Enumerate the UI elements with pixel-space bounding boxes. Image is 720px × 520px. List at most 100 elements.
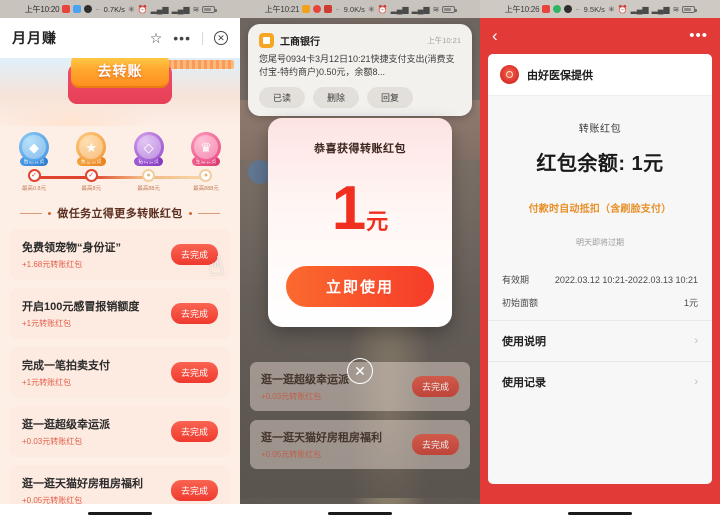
- task-name: 逛一逛超级幸运派: [261, 374, 349, 386]
- banner-button-base: 去转账: [68, 58, 172, 104]
- badge-item[interactable]: ◆ 普通会员: [8, 132, 60, 166]
- badge-item[interactable]: ★ 黄金会员: [65, 132, 117, 166]
- app-icon-blue: [73, 5, 82, 13]
- badge-item[interactable]: ◇ 钻石会员: [123, 132, 175, 166]
- signal-icon-2: ▂▄▆: [651, 4, 670, 14]
- member-badges: ◆ 普通会员 ★ 黄金会员 ◇ 钻石会员 ♛ 至尊会员: [0, 126, 240, 166]
- app-icon-dark: [564, 5, 573, 13]
- chevron-right-icon: ›: [694, 376, 698, 388]
- redpacket-expiry-warning: 明天即将过期: [576, 238, 624, 247]
- app-icon-orange: [302, 5, 311, 13]
- reward-progress-rail: ✓ 最高0.8元 ✓ 最高8元 ● 最高88元 ● 最高888元: [8, 169, 232, 195]
- panel-monthly-earn: 上午10:20 ·· 0.7K/s ✳ ⏰ ▂▄▆ ▂▄▆ ≋ 月月赚 ☆ ••…: [0, 0, 240, 520]
- task-info: 逛一逛天猫好房租房福利 +0.05元转账红包: [261, 429, 412, 460]
- network-speed: 9.0K/s: [343, 4, 365, 14]
- usage-history-row[interactable]: 使用记录 ›: [488, 361, 712, 402]
- redpacket-balance: 红包余额: 1元: [536, 153, 664, 175]
- status-bar-1: 上午10:20 ·· 0.7K/s ✳ ⏰ ▂▄▆ ▂▄▆ ≋: [0, 0, 240, 18]
- notification-time: 上午10:21: [427, 36, 461, 45]
- task-action-button[interactable]: 去完成: [170, 303, 218, 324]
- badge-coin-icon: ◇: [133, 132, 164, 162]
- task-action-button[interactable]: 去完成: [170, 362, 218, 383]
- task-name: 逛一逛超级幸运派: [22, 419, 110, 431]
- status-overflow-dots: ··: [95, 4, 99, 14]
- status-overflow-dots: ··: [575, 4, 579, 14]
- status-time: 上午10:26: [504, 4, 540, 14]
- gesture-bar-1[interactable]: [88, 512, 152, 515]
- task-row[interactable]: 开启100元感冒报销额度 +1元转账红包 去完成: [10, 288, 230, 339]
- task-row[interactable]: 完成一笔拍卖支付 +1元转账红包 去完成: [10, 347, 230, 398]
- redpacket-amount: 1元: [286, 178, 434, 240]
- badge-item[interactable]: ♛ 至尊会员: [180, 132, 232, 166]
- battery-icon: [202, 5, 217, 13]
- rail-node[interactable]: ✓ 最高8元: [79, 169, 103, 192]
- task-list: 做任务立得更多转账红包 免费领宠物“身份证” +1.68元转账红包 去完成 ☝ …: [0, 195, 240, 516]
- close-icon[interactable]: ✕: [214, 31, 228, 45]
- task-action-button[interactable]: 去完成: [411, 376, 459, 397]
- signal-icon-1: ▂▄▆: [390, 4, 409, 14]
- notification-body: 您尾号0934卡3月12日10:21快捷支付支出(消费支付宝-特约商户)0.50…: [259, 54, 455, 78]
- task-reward: +1元转账红包: [22, 319, 72, 328]
- insurance-icon: [500, 65, 519, 84]
- info-key: 有效期: [502, 275, 530, 285]
- star-icon[interactable]: ☆: [150, 31, 163, 45]
- badge-coin-icon: ♛: [190, 132, 221, 162]
- delete-button[interactable]: 删除: [313, 87, 360, 109]
- signal-icon-2: ▂▄▆: [171, 4, 190, 14]
- usage-instructions-row[interactable]: 使用说明 ›: [488, 320, 712, 361]
- notification-header: 工商银行 上午10:21: [259, 33, 461, 48]
- task-reward: +0.03元转账红包: [22, 437, 83, 446]
- reply-button[interactable]: 回复: [367, 87, 414, 109]
- info-value: 2022.03.12 10:21-2022.03.13 10:21: [554, 274, 698, 285]
- page-title: 月月赚: [12, 30, 57, 46]
- gesture-bar-2[interactable]: [328, 512, 392, 515]
- info-key: 初始面额: [502, 298, 539, 308]
- task-info: 逛一逛超级幸运派 +0.03元转账红包: [22, 416, 171, 447]
- task-action-button[interactable]: 去完成: [170, 421, 218, 442]
- rail-node[interactable]: ● 最高88元: [137, 169, 161, 192]
- more-icon[interactable]: •••: [173, 31, 191, 45]
- use-now-button[interactable]: 立即使用: [286, 266, 434, 307]
- banner-button-wrap: 去转账: [68, 58, 172, 104]
- rail-node[interactable]: ✓ 最高0.8元: [22, 169, 46, 192]
- provider-name: 由好医保提供: [527, 69, 593, 82]
- rail-label: 最高8元: [81, 186, 102, 192]
- go-transfer-button[interactable]: 去转账: [71, 58, 169, 88]
- task-action-button[interactable]: 去完成: [411, 434, 459, 455]
- title-rule-right: [197, 212, 220, 214]
- rail-node[interactable]: ● 最高888元: [193, 169, 219, 192]
- task-row[interactable]: 逛一逛超级幸运派 +0.03元转账红包 去完成: [10, 406, 230, 457]
- bluetooth-icon: ✳: [127, 4, 135, 14]
- signal-icon-1: ▂▄▆: [630, 4, 649, 14]
- back-arrow-icon[interactable]: ‹: [492, 27, 498, 44]
- gesture-bar-3[interactable]: [568, 512, 632, 515]
- bank-notification[interactable]: 工商银行 上午10:21 您尾号0934卡3月12日10:21快捷支付支出(消费…: [248, 24, 472, 117]
- app-icon-red: [542, 5, 551, 13]
- mark-read-button[interactable]: 已读: [259, 87, 306, 109]
- alarm-icon: ⏰: [617, 4, 628, 14]
- background-task-row[interactable]: 逛一逛天猫好房租房福利 +0.05元转账红包 去完成: [250, 420, 470, 469]
- wifi-icon: ≋: [672, 4, 680, 14]
- task-action-button[interactable]: 去完成: [170, 480, 218, 501]
- usage-instructions-label: 使用说明: [502, 336, 546, 348]
- task-row[interactable]: 免费领宠物“身份证” +1.68元转账红包 去完成 ☝: [10, 229, 230, 282]
- rail-nodes: ✓ 最高0.8元 ✓ 最高8元 ● 最高88元 ● 最高888元: [8, 169, 232, 192]
- battery-icon: [682, 5, 697, 13]
- close-icon[interactable]: ✕: [347, 358, 373, 384]
- bluetooth-icon: ✳: [607, 4, 615, 14]
- status-time: 上午10:20: [24, 4, 60, 14]
- info-row: 有效期 2022.03.12 10:21-2022.03.13 10:21: [502, 268, 698, 291]
- app-icon-green: [553, 5, 562, 13]
- page-header: 月月赚 ☆ ••• ✕: [0, 18, 240, 58]
- badge-coin-icon: ◆: [19, 132, 49, 162]
- rail-dot-locked: ●: [142, 169, 156, 182]
- network-speed: 9.5K/s: [583, 4, 605, 14]
- more-icon[interactable]: •••: [689, 28, 708, 43]
- notification-app-name: 工商银行: [280, 37, 320, 48]
- task-reward: +0.05元转账红包: [261, 450, 322, 459]
- task-action-button[interactable]: 去完成: [170, 244, 218, 265]
- usage-history-label: 使用记录: [502, 377, 546, 389]
- screenshot-root: 上午10:20 ·· 0.7K/s ✳ ⏰ ▂▄▆ ▂▄▆ ≋ 月月赚 ☆ ••…: [0, 0, 720, 520]
- alarm-icon: ⏰: [137, 4, 148, 14]
- info-value: 1元: [683, 298, 698, 308]
